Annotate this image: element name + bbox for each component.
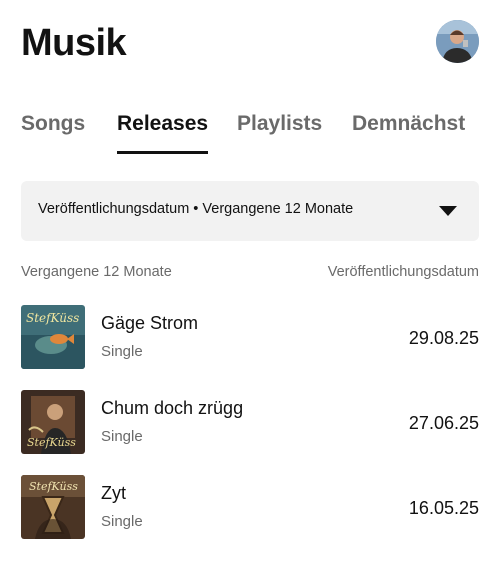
tab-releases[interactable]: Releases (117, 108, 209, 154)
filter-dropdown[interactable]: Veröffentlichungsdatum • Vergangene 12 M… (21, 181, 479, 241)
tab-playlists-label: Playlists (237, 112, 323, 135)
list-header-period: Vergangene 12 Monate (21, 264, 172, 280)
tab-playlists[interactable]: Playlists (237, 108, 322, 140)
release-title: Zyt (101, 483, 126, 503)
tab-releases-label: Releases (117, 112, 209, 135)
avatar[interactable] (436, 20, 479, 63)
avatar-image (436, 20, 479, 63)
release-cover: StefKüss (21, 305, 85, 369)
page-title: Musik (21, 22, 127, 64)
tab-demnaechst-label: Demnächst (352, 112, 466, 135)
release-date: 27.06.25 (408, 413, 479, 433)
svg-text:StefKüss: StefKüss (26, 311, 79, 325)
tab-bar: Songs Releases Playlists Demnächst (21, 108, 500, 156)
release-cover: StefKüss (21, 475, 85, 539)
tab-songs[interactable]: Songs (21, 108, 85, 140)
page-header: Musik (21, 20, 479, 66)
list-header-sort: Veröffentlichungsdatum (327, 264, 479, 280)
list-item[interactable]: StefKüss Chum doch zrügg Single 27.06.25 (21, 390, 479, 456)
release-cover: StefKüss (21, 390, 85, 454)
triangle-down-icon (439, 206, 457, 216)
list-item[interactable]: StefKüss Gäge Strom Single 29.08.25 (21, 305, 479, 371)
svg-text:StefKüss: StefKüss (27, 436, 76, 449)
release-date: 29.08.25 (408, 328, 479, 348)
tab-songs-label: Songs (21, 112, 86, 135)
release-type: Single (101, 428, 143, 445)
release-date: 16.05.25 (408, 498, 479, 518)
filter-label: Veröffentlichungsdatum • Vergangene 12 M… (38, 201, 354, 217)
release-title: Gäge Strom (101, 313, 199, 333)
tab-underline (117, 151, 209, 154)
list-item[interactable]: StefKüss Zyt Single 16.05.25 (21, 475, 479, 541)
tab-demnaechst[interactable]: Demnächst (352, 108, 465, 140)
svg-text:StefKüss: StefKüss (29, 480, 78, 493)
release-title: Chum doch zrügg (101, 398, 244, 418)
release-type: Single (101, 343, 143, 360)
release-type: Single (101, 513, 143, 530)
